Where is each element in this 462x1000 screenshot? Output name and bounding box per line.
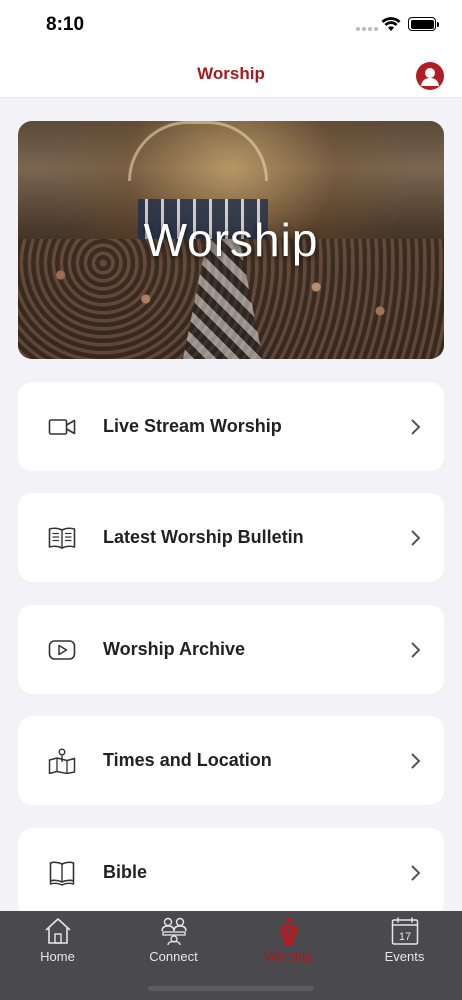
chevron-right-icon — [411, 865, 421, 881]
chevron-right-icon — [411, 530, 421, 546]
cellular-signal-icon — [356, 27, 378, 31]
map-pin-icon — [48, 748, 76, 774]
menu-item-label: Latest Worship Bulletin — [103, 527, 304, 547]
tab-label: Home — [40, 949, 75, 964]
people-icon — [161, 917, 187, 946]
chevron-right-icon — [411, 419, 421, 435]
profile-icon[interactable] — [416, 62, 444, 90]
home-indicator[interactable] — [148, 986, 314, 991]
chevron-right-icon — [411, 753, 421, 769]
menu-item-worship-archive[interactable]: Worship Archive — [18, 605, 444, 694]
menu-item-worship-bulletin[interactable]: Latest Worship Bulletin — [18, 493, 444, 582]
menu-item-label: Times and Location — [103, 750, 272, 770]
tab-label: Worship — [264, 949, 313, 964]
menu-item-label: Worship Archive — [103, 639, 246, 659]
tab-home[interactable]: Home — [0, 911, 115, 971]
wifi-icon — [381, 17, 401, 31]
menu-item-label: Bible — [103, 862, 148, 882]
hero-arch-decoration — [128, 121, 268, 181]
menu-item-live-stream[interactable]: Live Stream Worship — [18, 382, 444, 471]
hero-title: Worship — [143, 214, 319, 266]
pastor-icon — [280, 917, 298, 946]
tab-label: Events — [384, 949, 425, 964]
calendar-icon: 17 — [391, 917, 419, 945]
navigation-bar: Worship — [0, 50, 462, 98]
menu-item-bible[interactable]: Bible — [18, 828, 444, 917]
page-title: Worship — [197, 64, 265, 83]
menu-item-times-location[interactable]: Times and Location — [18, 716, 444, 805]
house-icon — [45, 918, 71, 944]
battery-icon — [408, 17, 439, 31]
status-bar: 8:10 — [0, 0, 462, 50]
chevron-right-icon — [411, 642, 421, 658]
hero-banner: Worship — [18, 121, 444, 359]
menu-item-label: Live Stream Worship — [103, 416, 282, 436]
tab-events[interactable]: 17 Events — [347, 911, 462, 971]
play-video-icon — [48, 640, 76, 660]
calendar-day: 17 — [399, 931, 411, 943]
open-book-icon — [48, 527, 76, 549]
tab-connect[interactable]: Connect — [116, 911, 231, 971]
tab-bar: Home Connect Worship 17 Events — [0, 911, 462, 1000]
bible-book-icon — [49, 861, 75, 886]
status-time: 8:10 — [46, 14, 85, 35]
video-camera-icon — [48, 419, 76, 435]
tab-label: Connect — [149, 949, 198, 964]
tab-worship[interactable]: Worship — [231, 911, 346, 971]
